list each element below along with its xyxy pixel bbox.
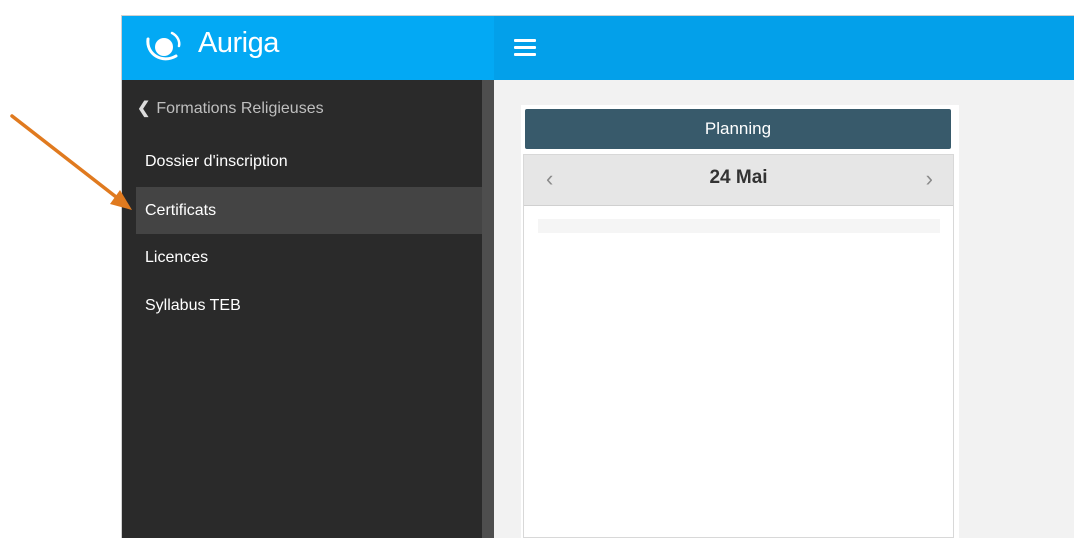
sidebar-back-label: Formations Religieuses	[156, 100, 324, 117]
brand-bar: Auriga	[122, 16, 494, 80]
planning-header[interactable]: Planning	[525, 109, 951, 149]
top-bar	[494, 16, 1074, 80]
sidebar-item-licences[interactable]: Licences	[136, 234, 482, 281]
calendar-date: 24 Mai	[709, 167, 768, 188]
sidebar: ❮ Formations Religieuses Dossier d'inscri…	[122, 80, 482, 538]
sidebar-scrollbar[interactable]	[482, 80, 494, 538]
pointer-arrow-icon	[10, 114, 132, 210]
sidebar-item-certificats[interactable]: Certificats	[136, 187, 482, 234]
sidebar-item-syllabus-teb[interactable]: Syllabus TEB	[136, 282, 482, 329]
auriga-logo-icon	[146, 31, 181, 61]
calendar: ‹ 24 Mai ›	[523, 154, 954, 538]
app-window: Auriga ❮ Formations Religieuses Dossier d…	[121, 15, 1074, 538]
main-content: Planning ‹ 24 Mai ›	[494, 80, 1074, 538]
calendar-event-row	[538, 219, 940, 233]
brand-name[interactable]: Auriga	[198, 27, 279, 60]
sidebar-back-link[interactable]: ❮ Formations Religieuses	[137, 98, 324, 118]
hamburger-menu-icon[interactable]	[514, 39, 536, 57]
calendar-header: ‹ 24 Mai ›	[524, 155, 953, 206]
chevron-right-icon[interactable]: ›	[926, 166, 933, 192]
sidebar-item-dossier-inscription[interactable]: Dossier d'inscription	[136, 138, 482, 185]
planning-widget: Planning ‹ 24 Mai ›	[521, 105, 959, 538]
